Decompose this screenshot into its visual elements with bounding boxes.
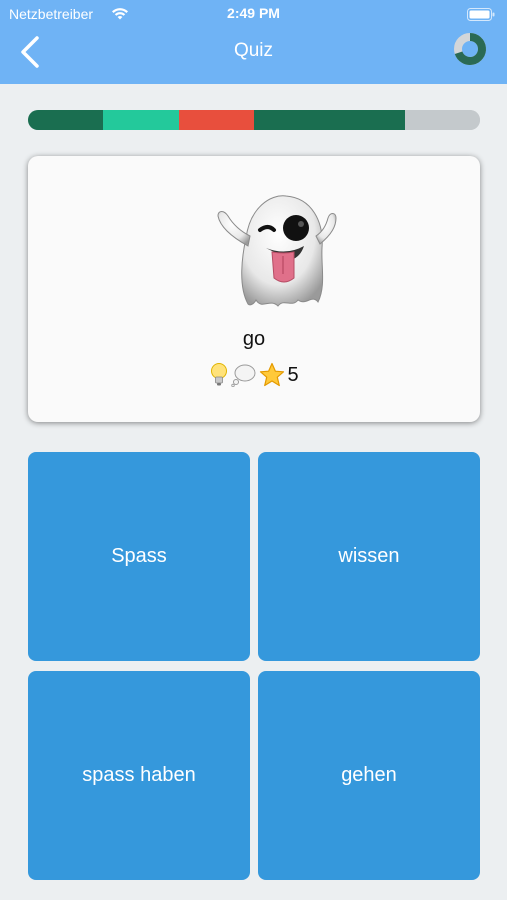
navigation-bar: Quiz xyxy=(0,28,507,84)
lightbulb-icon xyxy=(209,362,229,388)
progress-segment-correct xyxy=(28,110,104,130)
header-bar: Netzbetreiber 2:49 PM Quiz xyxy=(0,0,507,84)
ghost-icon xyxy=(208,186,348,316)
status-bar: Netzbetreiber 2:49 PM xyxy=(0,0,507,28)
battery-icon xyxy=(467,8,495,21)
answer-button-2[interactable]: wissen xyxy=(258,452,480,661)
page-title: Quiz xyxy=(233,40,274,61)
answer-button-1[interactable]: Spass xyxy=(28,452,250,661)
progress-ring-icon[interactable] xyxy=(452,31,488,67)
thought-bubble-icon xyxy=(231,363,257,387)
question-word: go xyxy=(242,328,266,350)
status-time: 2:49 PM xyxy=(227,5,280,21)
answer-button-3[interactable]: spass haben xyxy=(28,671,250,880)
quiz-progress-bar xyxy=(28,110,480,130)
star-icon xyxy=(259,362,285,388)
progress-segment-correct xyxy=(329,110,405,130)
progress-segment-wrong xyxy=(178,110,254,130)
answer-button-4[interactable]: gehen xyxy=(258,671,480,880)
question-card: go 5 xyxy=(28,156,480,422)
score-value: 5 xyxy=(287,363,299,386)
progress-segment-current xyxy=(103,110,179,130)
progress-segment-correct xyxy=(253,110,330,130)
hint-row: 5 xyxy=(28,362,480,388)
progress-segment-pending xyxy=(404,110,480,130)
